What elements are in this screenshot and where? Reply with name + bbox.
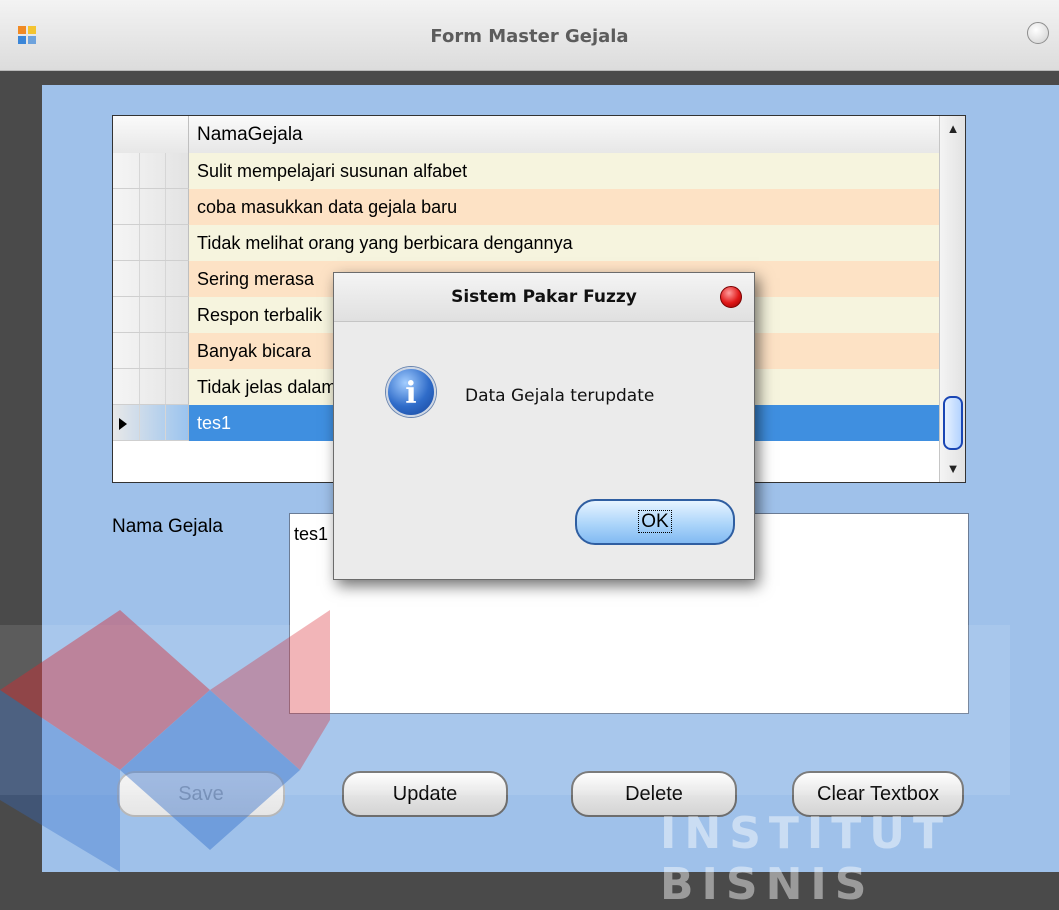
window-close-button[interactable]	[1027, 22, 1049, 44]
grid-cell[interactable]: Tidak melihat orang yang berbicara denga…	[189, 225, 939, 261]
row-header[interactable]	[113, 225, 189, 261]
window-title: Form Master Gejala	[430, 26, 629, 47]
nama-gejala-label: Nama Gejala	[112, 516, 223, 537]
ok-button-label: OK	[638, 510, 672, 533]
info-icon: i	[386, 367, 436, 417]
row-header[interactable]	[113, 153, 189, 189]
scroll-thumb[interactable]	[943, 396, 963, 450]
dialog-title: Sistem Pakar Fuzzy	[334, 273, 754, 322]
ok-button[interactable]: OK	[575, 499, 735, 545]
watermark-logo-icon	[0, 610, 330, 872]
row-header[interactable]	[113, 405, 189, 441]
row-header[interactable]	[113, 333, 189, 369]
textbox-value: tes1	[294, 524, 329, 544]
current-row-arrow-icon	[119, 418, 127, 430]
grid-vertical-scrollbar[interactable]: ▲ ▼	[939, 116, 965, 482]
scroll-down-arrow-icon[interactable]: ▼	[940, 456, 965, 482]
grid-cell[interactable]: Sulit mempelajari susunan alfabet	[189, 153, 939, 189]
title-bar: Form Master Gejala	[0, 0, 1059, 71]
grid-cell[interactable]: coba masukkan data gejala baru	[189, 189, 939, 225]
dialog-close-icon[interactable]	[720, 286, 742, 308]
row-header[interactable]	[113, 189, 189, 225]
message-dialog: Sistem Pakar Fuzzy i Data Gejala terupda…	[333, 272, 755, 580]
table-row[interactable]: Tidak melihat orang yang berbicara denga…	[113, 225, 939, 261]
table-row[interactable]: Sulit mempelajari susunan alfabet	[113, 153, 939, 189]
table-row[interactable]: coba masukkan data gejala baru	[113, 189, 939, 225]
row-header[interactable]	[113, 261, 189, 297]
row-header[interactable]	[113, 297, 189, 333]
scroll-up-arrow-icon[interactable]: ▲	[940, 116, 965, 142]
grid-corner-header[interactable]	[113, 116, 189, 153]
row-header[interactable]	[113, 369, 189, 405]
column-header-namagejala[interactable]: NamaGejala	[197, 124, 303, 146]
grid-header: NamaGejala	[113, 116, 939, 154]
watermark-text: INSTITUT BISNIS	[660, 808, 952, 910]
dialog-message: Data Gejala terupdate	[465, 386, 655, 406]
